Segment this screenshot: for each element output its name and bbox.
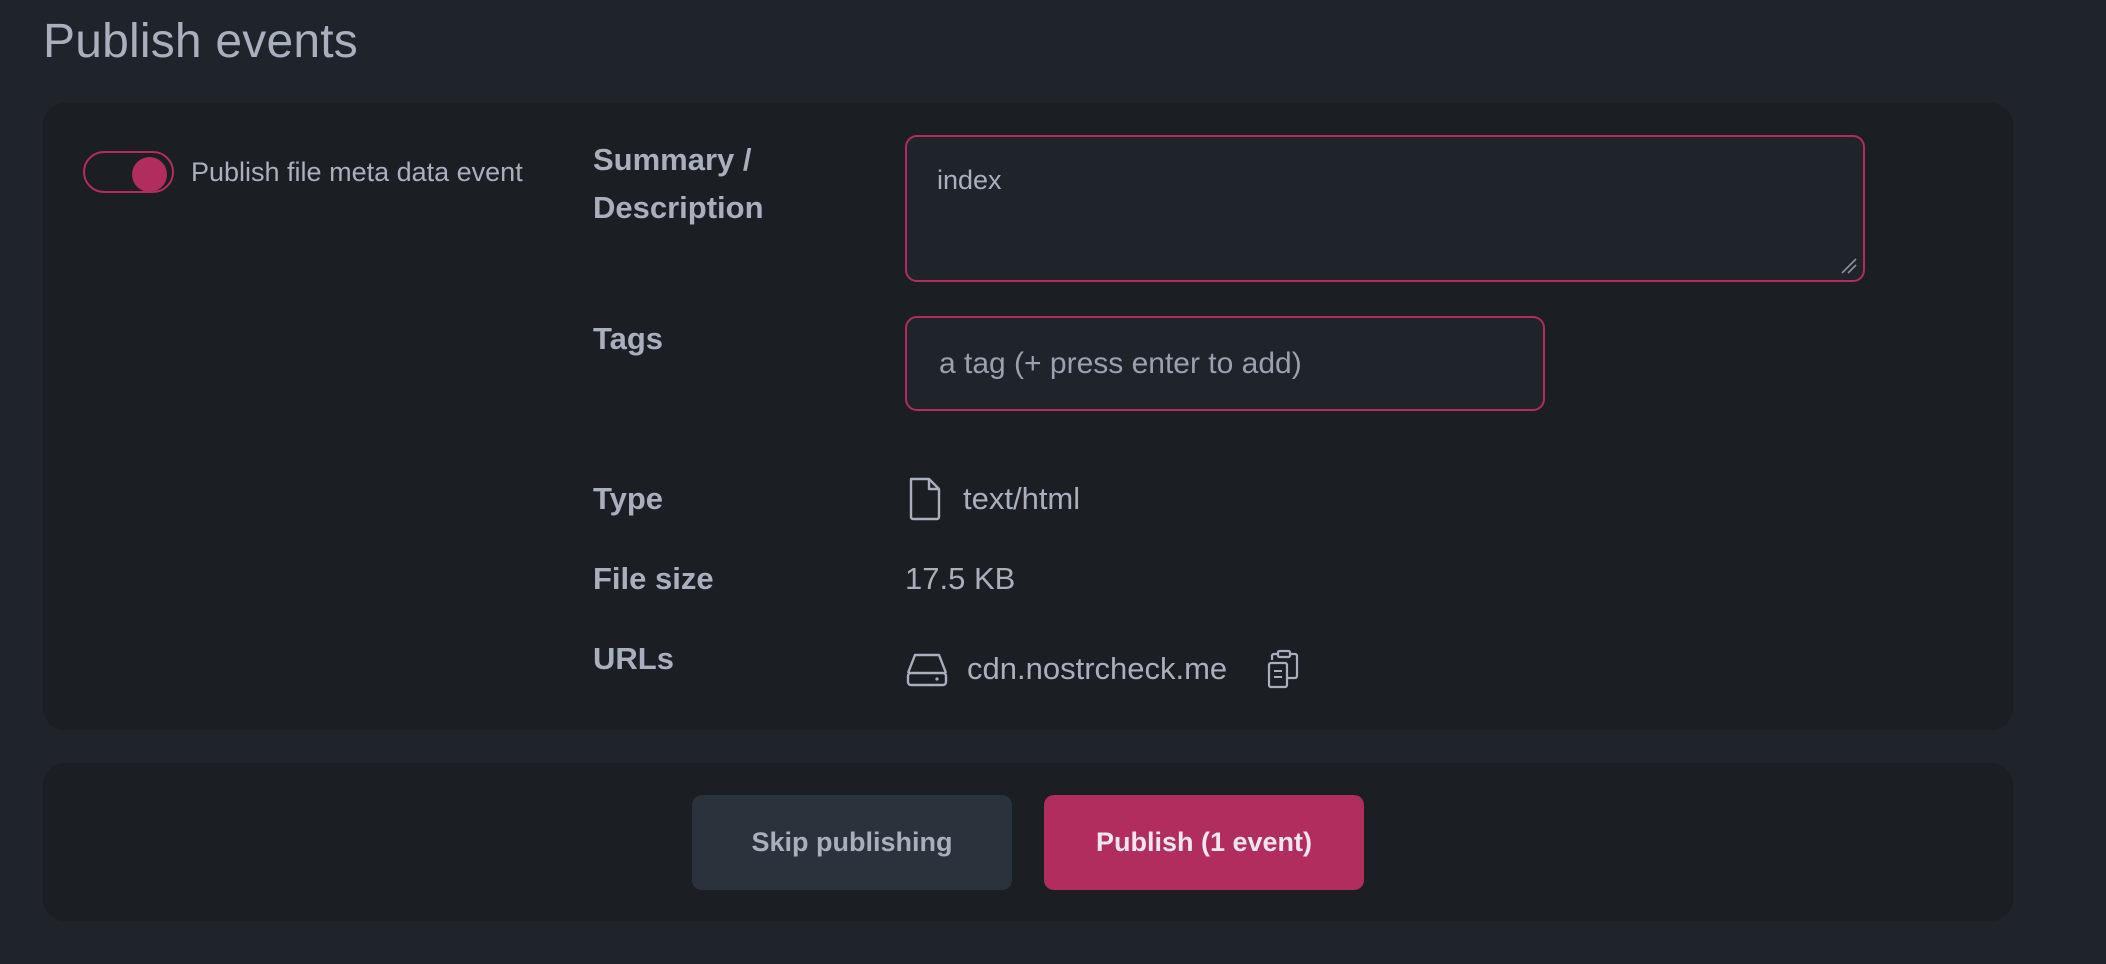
type-label: Type (593, 481, 664, 516)
publish-metadata-toggle-row: Publish file meta data event (83, 151, 523, 193)
metadata-card: Publish file meta data event Summary / D… (43, 103, 2013, 730)
tags-input[interactable] (905, 316, 1545, 411)
summary-text: index (937, 165, 1002, 195)
tags-label: Tags (593, 321, 664, 356)
file-icon (909, 477, 941, 521)
clipboard-copy-icon (1268, 649, 1299, 689)
type-value: text/html (963, 481, 1081, 516)
url-row: cdn.nostrcheck.me (905, 643, 1305, 695)
publish-button[interactable]: Publish (1 event) (1044, 795, 1364, 890)
url-value[interactable]: cdn.nostrcheck.me (967, 651, 1227, 687)
actions-card: Skip publishing Publish (1 event) (43, 763, 2013, 921)
publish-metadata-toggle[interactable] (83, 151, 174, 193)
copy-url-button[interactable] (1265, 646, 1305, 692)
urls-label: URLs (593, 641, 674, 676)
file-size-row: 17.5 KB (905, 555, 1015, 603)
hard-drive-icon (906, 653, 948, 687)
skip-publishing-button[interactable]: Skip publishing (692, 795, 1012, 890)
summary-textarea[interactable]: index (905, 135, 1865, 282)
summary-label: Summary / Description (593, 142, 764, 225)
resize-grip-icon[interactable] (1839, 256, 1857, 274)
toggle-label: Publish file meta data event (191, 156, 523, 187)
type-value-row: text/html (905, 473, 1080, 525)
page-title: Publish events (43, 15, 358, 68)
file-size-label: File size (593, 561, 714, 596)
file-size-value: 17.5 KB (905, 561, 1016, 596)
toggle-knob (132, 156, 167, 192)
